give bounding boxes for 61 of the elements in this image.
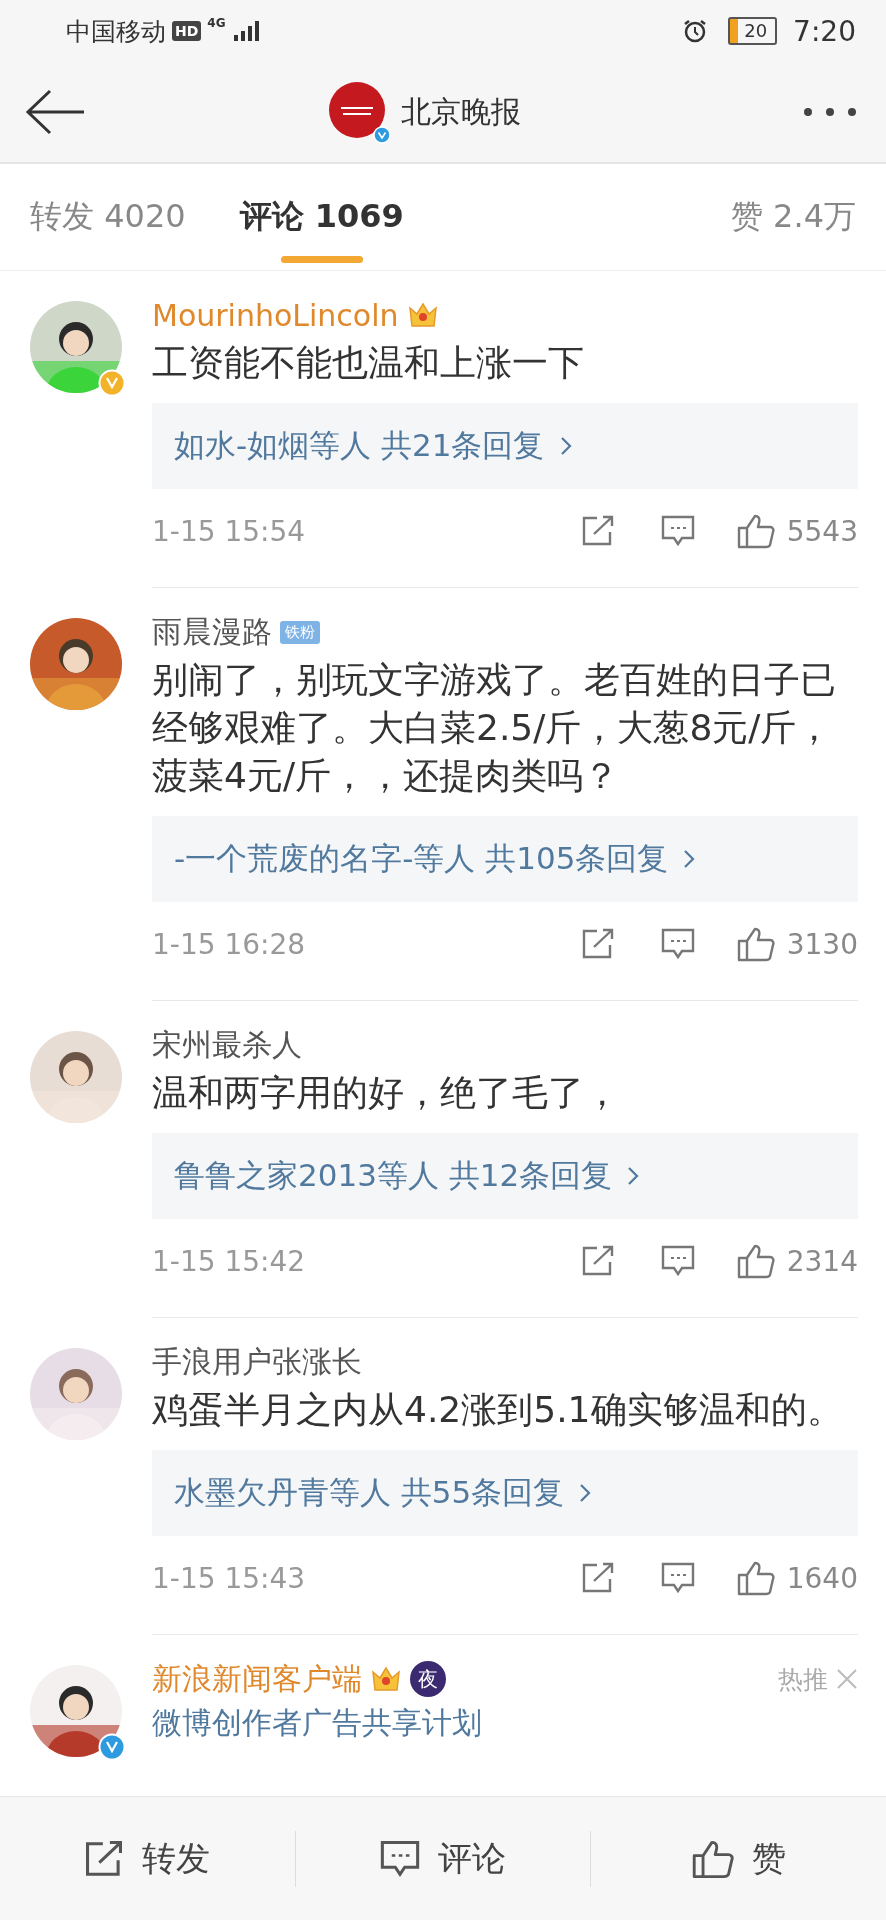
comment-time: 1-15 15:43 [152,1561,306,1595]
share-icon[interactable] [580,1245,615,1277]
fan-badge: 铁粉 [280,620,320,644]
tab[interactable]: 转发 4020 [30,165,186,269]
chevron-right-icon [626,1165,641,1187]
share-icon[interactable] [580,515,615,547]
user-name[interactable]: MourinhoLincoln [152,297,399,333]
signal-icon [231,19,262,43]
account-name: 北京晚报 [401,92,521,131]
more-icon[interactable] [802,106,858,118]
chevron-right-icon [682,848,697,870]
user-name[interactable]: 手浪用户张涨长 [152,1341,362,1383]
like-count: 5543 [786,514,858,548]
promoted-label: 热推 [778,1663,828,1696]
verified-badge-icon [373,126,391,144]
replies-link[interactable]: 如水-如烟等人 共21条回复 [152,403,858,489]
user-name[interactable]: 雨晨漫路 [152,611,272,653]
comment-text: 别闹了，别玩文字游戏了。老百姓的日子已经够艰难了。大白菜2.5/斤，大葱8元/斤，菠菜4元/斤，，还提肉类吗？ [152,658,837,798]
chevron-right-icon [558,435,573,457]
share-icon[interactable] [580,928,615,960]
share-button[interactable]: 转发 [0,1818,295,1899]
like-count: 1640 [786,1561,858,1595]
comment-text: 工资能不能也温和上涨一下 [152,341,585,385]
user-name[interactable]: 宋州最杀人 [152,1024,302,1066]
replies-link[interactable]: 水墨欠丹青等人 共55条回复 [152,1450,858,1536]
comment-time: 1-15 15:54 [152,514,306,548]
replies-link[interactable]: 鲁鲁之家2013等人 共12条回复 [152,1133,858,1219]
comment-time: 1-15 16:28 [152,927,306,961]
thumbs-up-icon[interactable] [736,1560,775,1596]
comment-text: 鸡蛋半月之内从4.2涨到5.1确实够温和的。 [152,1388,844,1432]
night-badge: 夜 [410,1661,446,1697]
comment-text: 温和两字用的好，绝了毛了， [152,1071,621,1115]
network-type: 4G [207,16,226,30]
comment-icon [380,1839,420,1878]
comment-time: 1-15 15:42 [152,1244,306,1278]
thumbs-up-icon[interactable] [736,926,775,962]
crown-icon [370,1664,402,1694]
carrier-name: 中国移动 [66,15,166,48]
thumbs-up-icon[interactable] [736,1243,775,1279]
comment-icon[interactable] [660,928,695,960]
share-icon[interactable] [580,1562,615,1594]
share-icon [84,1839,125,1878]
like-count: 3130 [786,927,858,961]
comment-icon[interactable] [660,1562,695,1594]
like-count: 2314 [786,1244,858,1278]
crown-icon [406,300,439,330]
tab[interactable]: 评论 1069 [239,165,404,269]
replies-link[interactable]: -一个荒废的名字-等人 共105条回复 [152,816,858,902]
thumbs-up-icon[interactable] [736,513,775,549]
like-button[interactable]: 赞 [591,1818,886,1899]
battery-level: 20 [728,17,778,45]
comment-button[interactable]: 评论 [295,1818,591,1899]
hd-badge: HD [172,21,202,41]
tab[interactable]: 赞 2.4万 [730,165,856,269]
comment-icon[interactable] [660,515,695,547]
user-subtitle: 微博创作者广告共享计划 [152,1704,483,1742]
chevron-right-icon [578,1482,593,1504]
clock-time: 7:20 [793,14,856,48]
comment-icon[interactable] [660,1245,695,1277]
thumbs-up-icon [691,1838,734,1879]
user-name[interactable]: 新浪新闻客户端 [152,1658,362,1700]
